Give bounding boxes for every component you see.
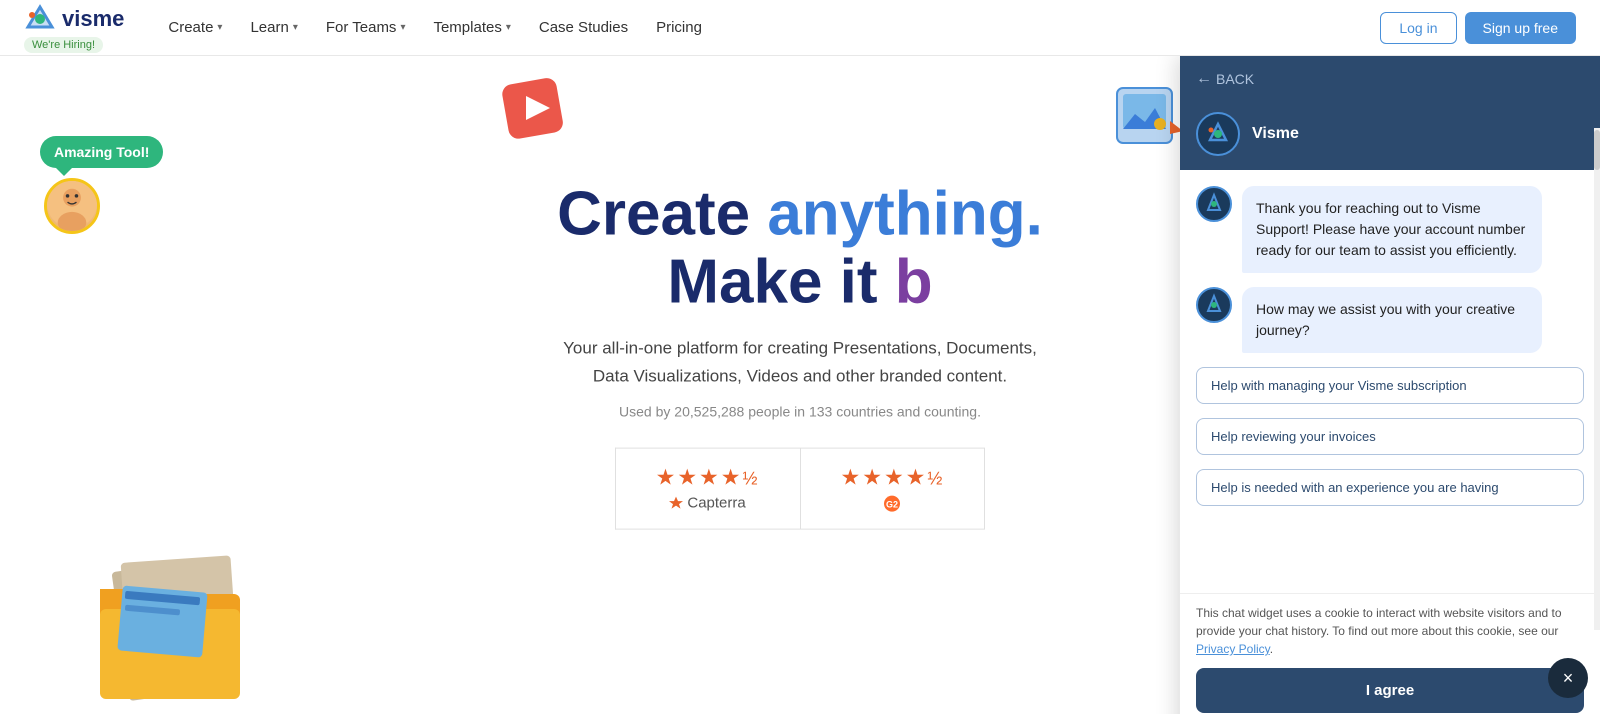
nav-templates[interactable]: Templates ▾ bbox=[421, 11, 522, 44]
chat-back-button[interactable]: ← BACK bbox=[1196, 70, 1584, 88]
ratings-row: ★★★★½ Capterra ★★★★½ G2 bbox=[500, 447, 1100, 529]
nav-right: Log in Sign up free bbox=[1380, 12, 1576, 44]
g2-stars: ★★★★½ bbox=[841, 464, 945, 490]
back-arrow-icon: ← bbox=[1196, 70, 1212, 88]
cookie-notice-text: This chat widget uses a cookie to intera… bbox=[1196, 606, 1562, 638]
nav-for-teams[interactable]: For Teams ▾ bbox=[314, 11, 418, 44]
bot-avatar-1 bbox=[1196, 186, 1232, 222]
capterra-logo: Capterra bbox=[669, 494, 745, 511]
logo-text: visme bbox=[62, 6, 124, 32]
suggestion-experience[interactable]: Help is needed with an experience you ar… bbox=[1196, 469, 1584, 506]
message-1: Thank you for reaching out to Visme Supp… bbox=[1242, 186, 1542, 273]
suggestion-invoices[interactable]: Help reviewing your invoices bbox=[1196, 418, 1584, 455]
message-row-2: How may we assist you with your creative… bbox=[1196, 287, 1584, 353]
chat-messages: Thank you for reaching out to Visme Supp… bbox=[1180, 170, 1600, 593]
close-chat-button[interactable]: × bbox=[1548, 658, 1588, 698]
folder-decoration bbox=[90, 534, 270, 704]
nav-pricing[interactable]: Pricing bbox=[644, 11, 714, 44]
signup-button[interactable]: Sign up free bbox=[1465, 12, 1577, 44]
chat-brand-avatar bbox=[1196, 112, 1240, 156]
chat-scrollbar-thumb bbox=[1594, 130, 1600, 170]
cookie-notice: This chat widget uses a cookie to intera… bbox=[1180, 593, 1600, 668]
capterra-stars: ★★★★½ bbox=[656, 464, 760, 490]
chevron-down-icon: ▾ bbox=[506, 22, 511, 33]
main-area: Amazing Tool! bbox=[0, 56, 1600, 714]
hero-section: Create anything. Make it b Your all-in-o… bbox=[500, 181, 1100, 530]
avatar bbox=[44, 178, 100, 234]
chevron-down-icon: ▾ bbox=[293, 22, 298, 33]
bot-avatar-2 bbox=[1196, 287, 1232, 323]
hero-title-b: b bbox=[895, 248, 933, 317]
chat-brand-row: Visme bbox=[1180, 102, 1600, 170]
speech-bubble-text: Amazing Tool! bbox=[40, 136, 163, 168]
navbar: visme We're Hiring! Create ▾ Learn ▾ For… bbox=[0, 0, 1600, 56]
agree-button[interactable]: I agree bbox=[1196, 668, 1584, 713]
svg-text:G2: G2 bbox=[886, 499, 898, 509]
hero-subtitle: Your all-in-one platform for creating Pr… bbox=[500, 335, 1100, 389]
capterra-rating: ★★★★½ Capterra bbox=[615, 447, 800, 529]
message-row-1: Thank you for reaching out to Visme Supp… bbox=[1196, 186, 1584, 273]
chat-widget: ← BACK Visme bbox=[1180, 56, 1600, 714]
hero-title-make: Make it bbox=[667, 248, 894, 317]
g2-rating: ★★★★½ G2 bbox=[800, 447, 986, 529]
suggestion-subscription[interactable]: Help with managing your Visme subscripti… bbox=[1196, 367, 1584, 404]
login-button[interactable]: Log in bbox=[1380, 12, 1456, 44]
logo-area: visme We're Hiring! bbox=[24, 3, 124, 53]
chat-scrollbar bbox=[1594, 128, 1600, 630]
chevron-down-icon: ▾ bbox=[400, 22, 405, 33]
nav-links: Create ▾ Learn ▾ For Teams ▾ Templates ▾… bbox=[156, 11, 1380, 44]
hiring-badge: We're Hiring! bbox=[24, 37, 103, 53]
hero-title-anything: anything. bbox=[767, 180, 1043, 249]
testimonial-bubble: Amazing Tool! bbox=[40, 136, 163, 234]
message-2: How may we assist you with your creative… bbox=[1242, 287, 1542, 353]
visme-logo-icon bbox=[24, 3, 56, 35]
hero-title: Create anything. Make it b bbox=[500, 181, 1100, 317]
g2-logo: G2 bbox=[883, 494, 901, 512]
chat-header: ← BACK bbox=[1180, 56, 1600, 102]
hero-used-text: Used by 20,525,288 people in 133 countri… bbox=[500, 403, 1100, 419]
nav-learn[interactable]: Learn ▾ bbox=[238, 11, 309, 44]
back-label: BACK bbox=[1216, 71, 1254, 87]
image-frame-decoration bbox=[1115, 86, 1180, 151]
chat-brand-name: Visme bbox=[1252, 125, 1299, 143]
nav-case-studies[interactable]: Case Studies bbox=[527, 11, 640, 44]
chevron-down-icon: ▾ bbox=[217, 22, 222, 33]
privacy-policy-link[interactable]: Privacy Policy bbox=[1196, 642, 1270, 656]
hero-title-line1: Create bbox=[557, 180, 767, 249]
nav-create[interactable]: Create ▾ bbox=[156, 11, 234, 44]
play-decoration bbox=[500, 76, 570, 146]
